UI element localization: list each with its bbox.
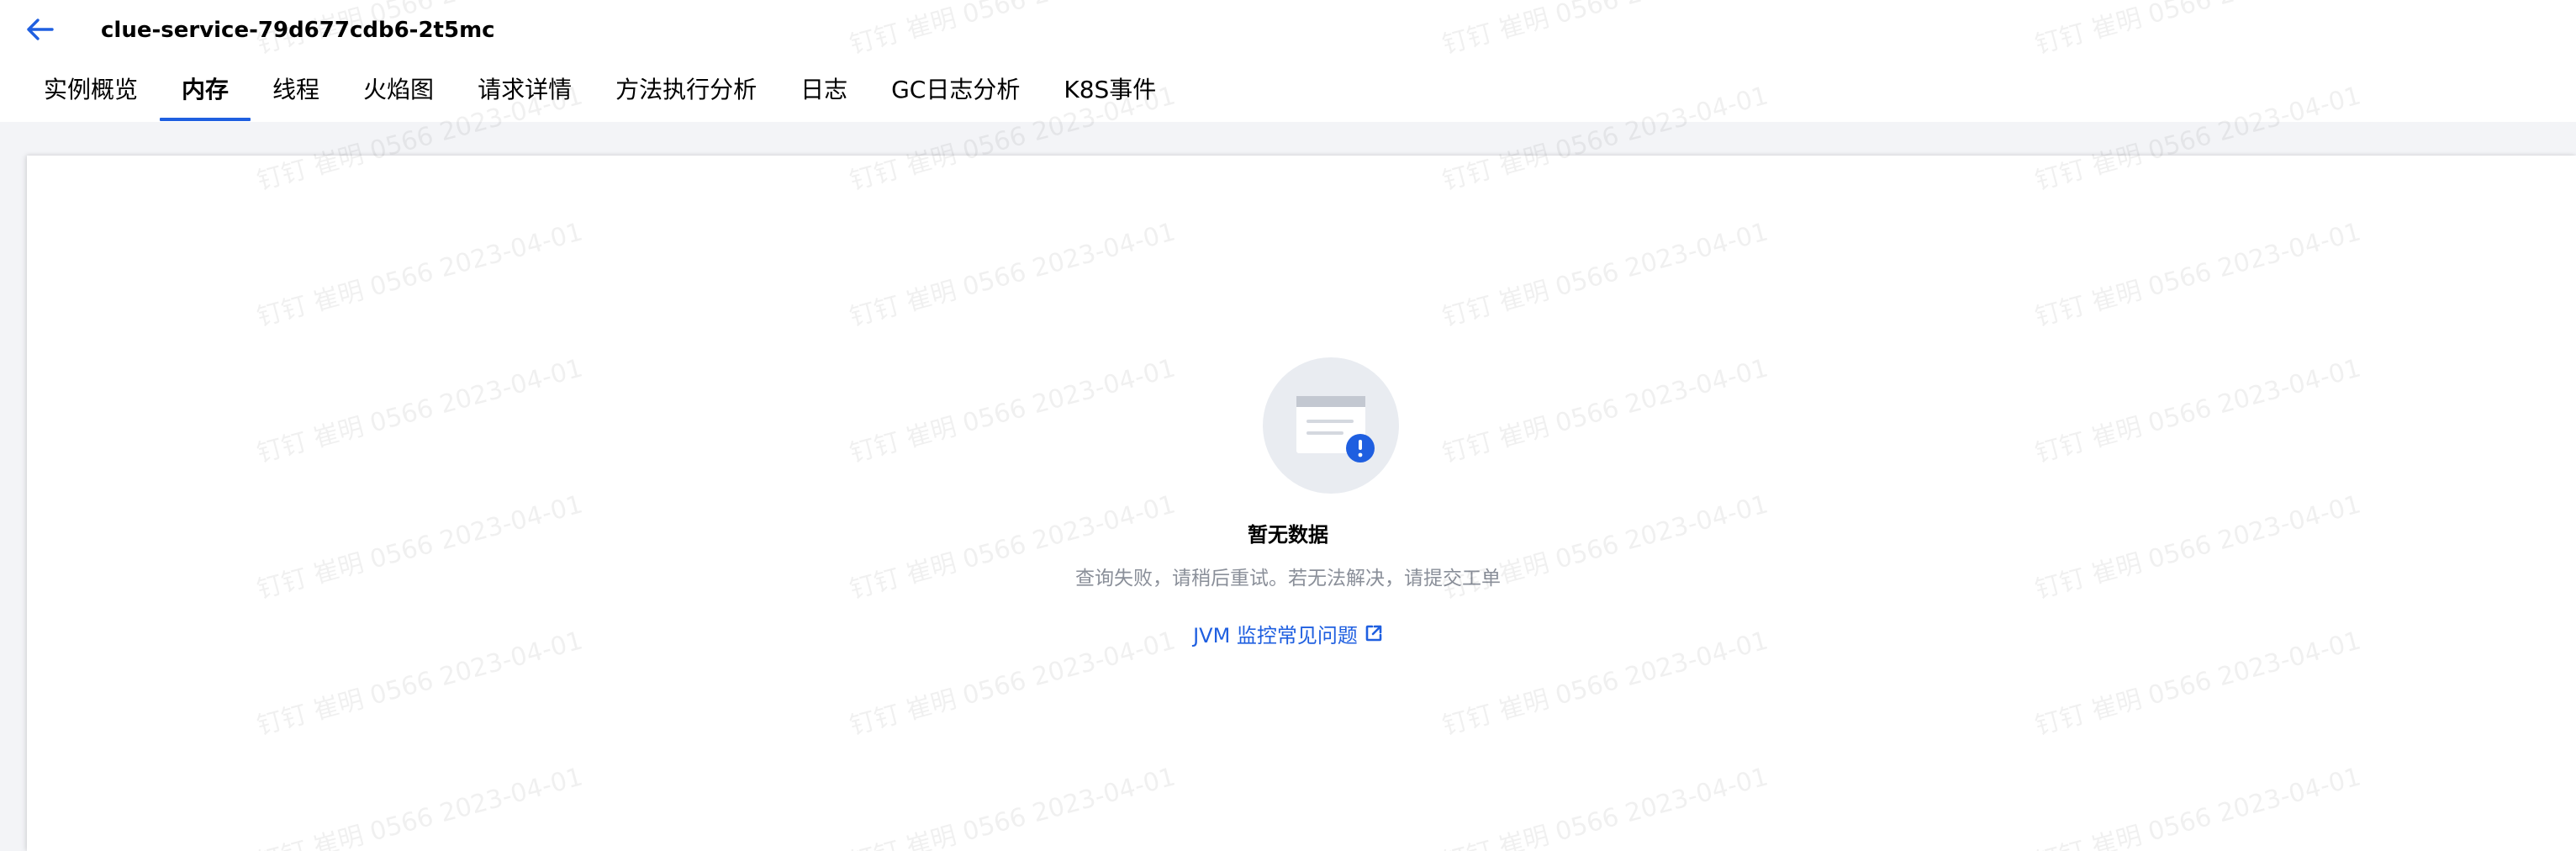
- jvm-faq-link[interactable]: JVM 监控常见问题: [1193, 622, 1383, 649]
- page-header: clue-service-79d677cdb6-2t5mc 实例概览 内存 线程…: [0, 0, 2576, 122]
- tab-flame-graph[interactable]: 火焰图: [341, 77, 456, 121]
- tab-logs[interactable]: 日志: [779, 77, 869, 121]
- tab-bar: 实例概览 内存 线程 火焰图 请求详情 方法执行分析 日志 GC日志分析 K8S…: [22, 77, 1178, 121]
- content-card: [27, 156, 2576, 851]
- page: clue-service-79d677cdb6-2t5mc 实例概览 内存 线程…: [0, 0, 2576, 851]
- jvm-faq-link-label: JVM 监控常见问题: [1193, 624, 1358, 648]
- external-link-icon: [1365, 622, 1383, 649]
- back-button[interactable]: [20, 12, 59, 50]
- empty-state-description: 查询失败，请稍后重试。若无法解决，请提交工单: [1075, 568, 1501, 589]
- empty-state-title: 暂无数据: [1248, 523, 1328, 547]
- empty-state-link-row: JVM 监控常见问题: [0, 622, 2576, 649]
- tab-k8s-events[interactable]: K8S事件: [1042, 77, 1178, 121]
- tab-method-execution[interactable]: 方法执行分析: [594, 77, 779, 121]
- page-title: clue-service-79d677cdb6-2t5mc: [101, 18, 495, 43]
- empty-document-alert-icon: [1263, 357, 1399, 494]
- tab-memory[interactable]: 内存: [160, 77, 251, 121]
- tab-gc-log-analysis[interactable]: GC日志分析: [869, 77, 1042, 121]
- tab-instance-overview[interactable]: 实例概览: [22, 77, 160, 121]
- tab-request-details[interactable]: 请求详情: [456, 77, 594, 121]
- arrow-left-icon: [25, 18, 54, 45]
- tab-threads[interactable]: 线程: [251, 77, 341, 121]
